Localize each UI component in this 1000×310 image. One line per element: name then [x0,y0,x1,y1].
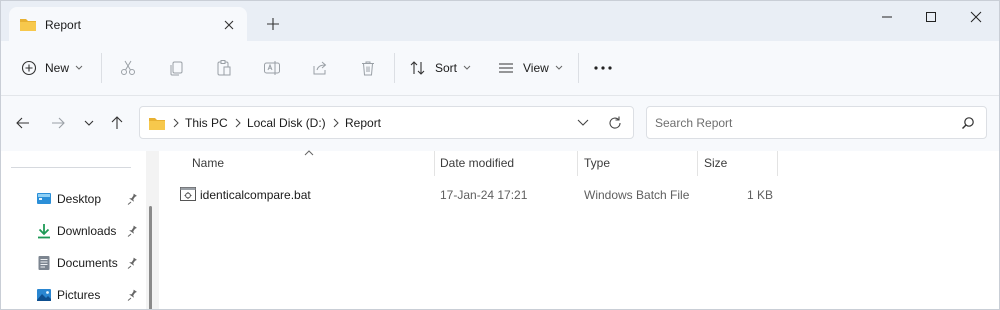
up-arrow-icon[interactable] [107,113,127,133]
chevron-right-icon[interactable] [331,118,341,128]
column-header-type[interactable]: Type [584,156,610,170]
download-icon [38,224,50,239]
more-icon [594,66,612,70]
sidebar-item-label: Pictures [57,288,101,302]
toolbar-divider [578,53,579,83]
column-header-date[interactable]: Date modified [440,156,514,170]
toolbar-divider [394,53,395,83]
file-type: Windows Batch File [584,188,690,202]
file-row[interactable]: identicalcompare.bat 17-Jan-24 17:21 Win… [174,183,774,207]
sidebar-item-pictures[interactable]: Pictures [1,281,146,309]
new-icon [21,60,37,76]
delete-button[interactable] [359,53,377,83]
navigation-pane: Desktop Downloads Documents Pictures [1,151,159,309]
chevron-down-icon [555,65,563,70]
breadcrumb-this-pc[interactable]: This PC [185,116,228,130]
paste-icon [217,60,231,76]
back-arrow-icon[interactable] [13,113,33,133]
address-bar[interactable]: This PC Local Disk (D:) Report [139,106,634,139]
file-list-pane: Name Date modified Type Size identicalco… [159,150,999,309]
pin-icon[interactable] [126,225,138,237]
toolbar-divider [101,53,102,83]
plus-icon[interactable] [263,14,283,34]
column-header-size[interactable]: Size [704,156,727,170]
new-label: New [45,61,70,75]
column-header-name[interactable]: Name [192,156,224,170]
breadcrumb-local-disk[interactable]: Local Disk (D:) [247,116,326,130]
tab-report[interactable]: Report [9,7,247,41]
sort-icon [410,61,425,75]
sidebar-item-downloads[interactable]: Downloads [1,217,146,245]
sidebar-item-documents[interactable]: Documents [1,249,146,277]
nav-divider [11,167,131,168]
tab-title: Report [45,18,82,32]
sidebar-item-label: Documents [57,256,118,270]
view-label: View [523,61,549,75]
batch-file-icon [180,187,196,201]
desktop-icon [37,193,51,204]
scrollbar-thumb[interactable] [149,206,152,309]
column-divider[interactable] [577,151,578,176]
forward-arrow-icon[interactable] [48,113,68,133]
sort-ascending-icon [304,150,314,156]
paste-button[interactable] [215,53,233,83]
folder-icon [20,19,36,31]
view-button[interactable]: View [497,53,563,83]
picture-icon [37,289,51,301]
navigation-row: This PC Local Disk (D:) Report Search Re… [1,96,999,151]
folder-icon [149,118,165,130]
search-placeholder: Search Report [655,116,733,130]
share-icon [313,61,327,75]
rename-icon [264,61,280,75]
title-bar: Report [1,1,999,41]
column-divider[interactable] [434,151,435,176]
minimize-icon[interactable] [867,5,907,29]
file-explorer-window: Report New Sort View This PC Local Disk … [0,0,1000,310]
close-tab-icon[interactable] [219,15,239,35]
command-bar: New Sort View [1,41,999,96]
column-divider[interactable] [697,151,698,176]
close-icon[interactable] [956,5,996,29]
delete-icon [362,61,374,76]
cut-icon [121,60,135,75]
new-button[interactable]: New [21,53,83,83]
recent-locations-icon[interactable] [79,113,99,133]
document-icon [38,256,50,270]
pin-icon[interactable] [126,257,138,269]
file-size: 1 KB [747,188,774,202]
cut-button[interactable] [119,53,137,83]
sort-button[interactable]: Sort [409,53,471,83]
sidebar-item-desktop[interactable]: Desktop [1,185,146,213]
file-date: 17-Jan-24 17:21 [440,188,528,202]
more-button[interactable] [593,53,613,83]
search-icon[interactable] [961,116,975,130]
chevron-right-icon[interactable] [233,118,243,128]
view-icon [499,63,513,73]
file-name[interactable]: identicalcompare.bat [200,188,311,202]
sidebar-item-label: Desktop [57,192,102,206]
rename-button[interactable] [263,53,281,83]
pin-icon[interactable] [126,289,138,301]
refresh-icon[interactable] [607,115,623,131]
copy-icon [170,61,183,76]
chevron-down-icon [463,65,471,70]
breadcrumb-report[interactable]: Report [345,116,381,130]
copy-button[interactable] [167,53,185,83]
sidebar-item-label: Downloads [57,224,117,238]
chevron-right-icon[interactable] [171,118,181,128]
share-button[interactable] [311,53,329,83]
sidebar-scrollbar[interactable] [146,151,159,309]
chevron-down-icon[interactable] [576,117,590,129]
maximize-icon[interactable] [911,5,951,29]
pin-icon[interactable] [126,193,138,205]
sort-label: Sort [435,61,458,75]
search-box[interactable]: Search Report [646,106,987,139]
chevron-down-icon [75,65,83,70]
column-divider[interactable] [777,151,778,176]
